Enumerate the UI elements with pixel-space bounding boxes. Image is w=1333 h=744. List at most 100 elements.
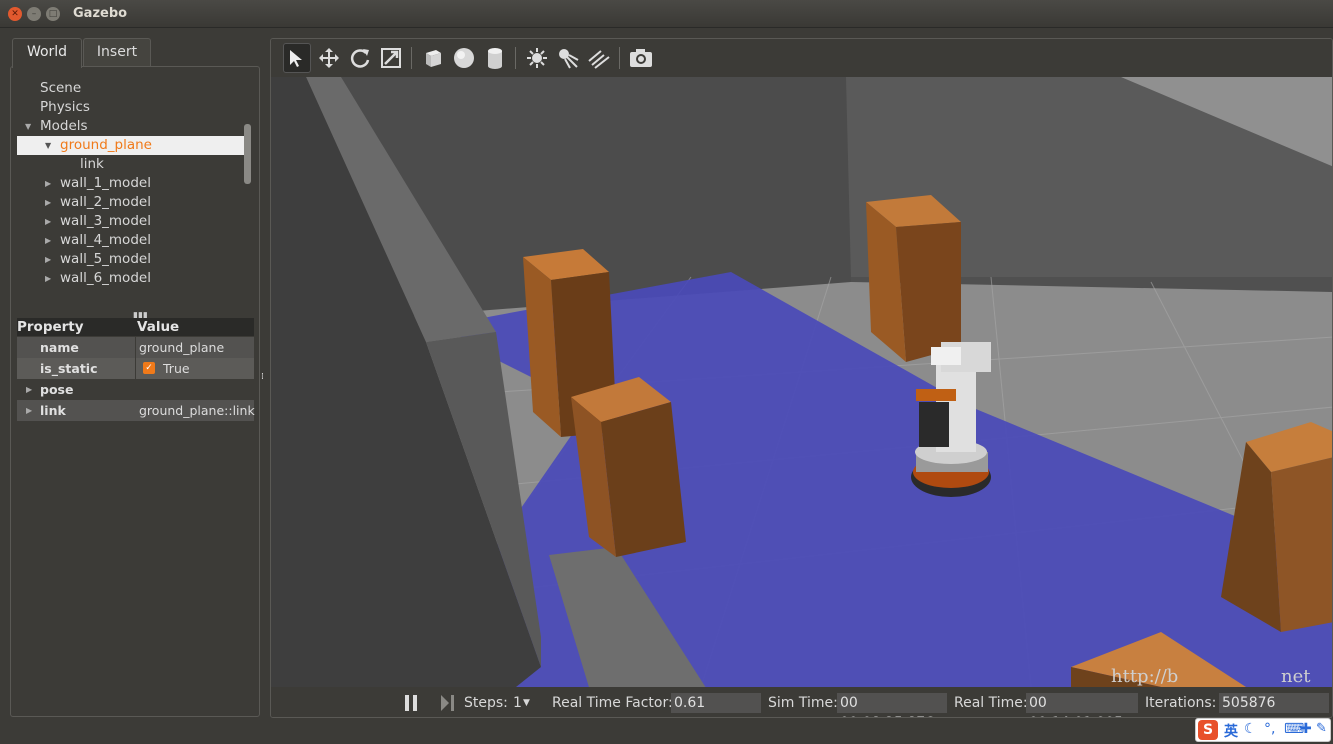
tree-item-wall-5[interactable]: ▶ wall_5_model (17, 250, 247, 269)
real-time-value: 00 00:14:01.905 (1026, 693, 1138, 717)
sphere-icon[interactable] (450, 43, 478, 73)
point-light-icon[interactable] (523, 43, 551, 73)
expanded-arrow-icon[interactable]: ▼ (45, 136, 51, 155)
real-time-label: Real Time: (954, 695, 1028, 711)
tree-item-label: wall_4_model (60, 232, 151, 248)
tab-world[interactable]: World (12, 38, 82, 68)
tree-item-label: link (80, 156, 104, 172)
watermark: http://b (1111, 666, 1178, 687)
maximize-button[interactable]: □ (46, 7, 60, 21)
collapsed-arrow-icon[interactable]: ▶ (45, 250, 51, 269)
tree-item-physics[interactable]: Physics (17, 98, 247, 117)
rotate-icon[interactable] (346, 43, 374, 73)
steps-value[interactable]: 1 (513, 695, 522, 711)
select-arrow-icon[interactable] (283, 43, 311, 73)
iterations-label: Iterations: (1145, 695, 1217, 711)
tree-item-wall-3[interactable]: ▶ wall_3_model (17, 212, 247, 231)
ime-toolbar[interactable]: S 英 ☾ °, ⌨ ✚ ✎ (1195, 718, 1331, 742)
cylinder-icon[interactable] (481, 43, 509, 73)
collapsed-arrow-icon[interactable]: ▶ (45, 212, 51, 231)
property-row-name[interactable]: name ground_plane (17, 337, 254, 358)
tree-item-label: Scene (40, 80, 82, 96)
toolbar-divider (411, 47, 412, 69)
tree-item-wall-6[interactable]: ▶ wall_6_model (17, 269, 247, 288)
tree-item-ground-plane[interactable]: ▼ ground_plane (17, 136, 247, 155)
tree-item-label: Models (40, 118, 88, 134)
window-title: Gazebo (73, 6, 128, 21)
spot-light-icon[interactable] (554, 43, 582, 73)
scale-icon[interactable] (377, 43, 405, 73)
directional-light-icon[interactable] (585, 43, 613, 73)
property-row-is-static[interactable]: is_static ✓ True (17, 358, 254, 379)
tree-item-link[interactable]: link (17, 155, 247, 174)
tree-item-label: wall_1_model (60, 175, 151, 191)
tree-item-wall-2[interactable]: ▶ wall_2_model (17, 193, 247, 212)
world-panel: Scene Physics ▼ Models ▼ ground_plane link… (10, 66, 260, 717)
minimize-button[interactable]: – (27, 7, 41, 21)
bookshelf-back (866, 195, 961, 362)
tree-item-label: wall_5_model (60, 251, 151, 267)
box-icon[interactable] (419, 43, 447, 73)
collapsed-arrow-icon[interactable]: ▶ (45, 231, 51, 250)
rtf-value: 0.61 (671, 693, 761, 713)
checkbox-checked-icon[interactable]: ✓ (143, 362, 155, 374)
close-button[interactable]: ✕ (8, 7, 22, 21)
panel-splitter-icon[interactable]: ⁞ (261, 372, 264, 382)
tree-item-wall-4[interactable]: ▶ wall_4_model (17, 231, 247, 250)
toolbar-divider (619, 47, 620, 69)
tree-item-label: wall_2_model (60, 194, 151, 210)
iterations-value: 505876 (1219, 693, 1329, 713)
translate-icon[interactable] (315, 43, 343, 73)
expanded-arrow-icon[interactable]: ▼ (25, 117, 31, 136)
property-value: True (163, 361, 190, 376)
tree-item-label: wall_3_model (60, 213, 151, 229)
steps-label: Steps: (464, 695, 508, 711)
property-key: link (40, 403, 66, 418)
property-row-link[interactable]: ▶ link ground_plane::link (17, 400, 255, 421)
sogou-logo-icon: S (1198, 720, 1218, 740)
column-divider (135, 337, 136, 358)
property-value: ground_plane (139, 340, 225, 355)
ime-language-label[interactable]: 英 (1224, 721, 1238, 741)
world-tree: Scene Physics ▼ Models ▼ ground_plane link… (17, 73, 247, 288)
tab-insert[interactable]: Insert (83, 38, 151, 66)
sim-time-label: Sim Time: (768, 695, 838, 711)
value-header: Value (135, 318, 254, 336)
render-view: http://b net Steps: 1 ▼ Real Time Factor… (270, 38, 1333, 718)
tree-item-label: Physics (40, 99, 90, 115)
title-bar: ✕ – □ Gazebo (0, 0, 1333, 28)
collapsed-arrow-icon[interactable]: ▶ (26, 400, 32, 421)
collapsed-arrow-icon[interactable]: ▶ (45, 193, 51, 212)
property-header: Property (17, 318, 135, 336)
collapsed-arrow-icon[interactable]: ▶ (45, 269, 51, 288)
tree-item-label: wall_6_model (60, 270, 151, 286)
steps-dropdown-icon[interactable]: ▼ (523, 698, 530, 708)
shirt-icon[interactable]: ✚ (1300, 721, 1312, 737)
tree-scrollbar[interactable] (244, 124, 251, 184)
punctuation-icon[interactable]: °, (1264, 721, 1275, 737)
collapsed-arrow-icon[interactable]: ▶ (26, 379, 32, 400)
watermark: net (1281, 666, 1311, 687)
tree-item-scene[interactable]: Scene (17, 79, 247, 98)
rtf-label: Real Time Factor: (552, 695, 673, 711)
collapsed-arrow-icon[interactable]: ▶ (45, 174, 51, 193)
3d-scene[interactable]: http://b net (271, 77, 1333, 687)
cabinet-left (571, 377, 686, 557)
tree-item-label: ground_plane (60, 137, 152, 153)
pause-icon[interactable] (404, 695, 418, 711)
sim-time-value: 00 00:08:25.876 (837, 693, 947, 717)
moon-icon[interactable]: ☾ (1244, 721, 1257, 737)
toolbar-divider (515, 47, 516, 69)
bottom-bar: Steps: 1 ▼ Real Time Factor: 0.61 Sim Ti… (271, 687, 1332, 717)
step-icon[interactable] (441, 695, 455, 711)
property-row-pose[interactable]: ▶ pose (17, 379, 254, 400)
property-value: ground_plane::link (139, 403, 255, 418)
property-key: is_static (40, 361, 98, 376)
column-divider (135, 358, 136, 379)
left-panel: World Insert Scene Physics ▼ Models ▼ grou… (10, 38, 260, 718)
tree-item-models[interactable]: ▼ Models (17, 117, 247, 136)
toolbar (271, 39, 1332, 77)
tree-item-wall-1[interactable]: ▶ wall_1_model (17, 174, 247, 193)
wrench-icon[interactable]: ✎ (1316, 721, 1327, 736)
screenshot-icon[interactable] (627, 43, 655, 73)
